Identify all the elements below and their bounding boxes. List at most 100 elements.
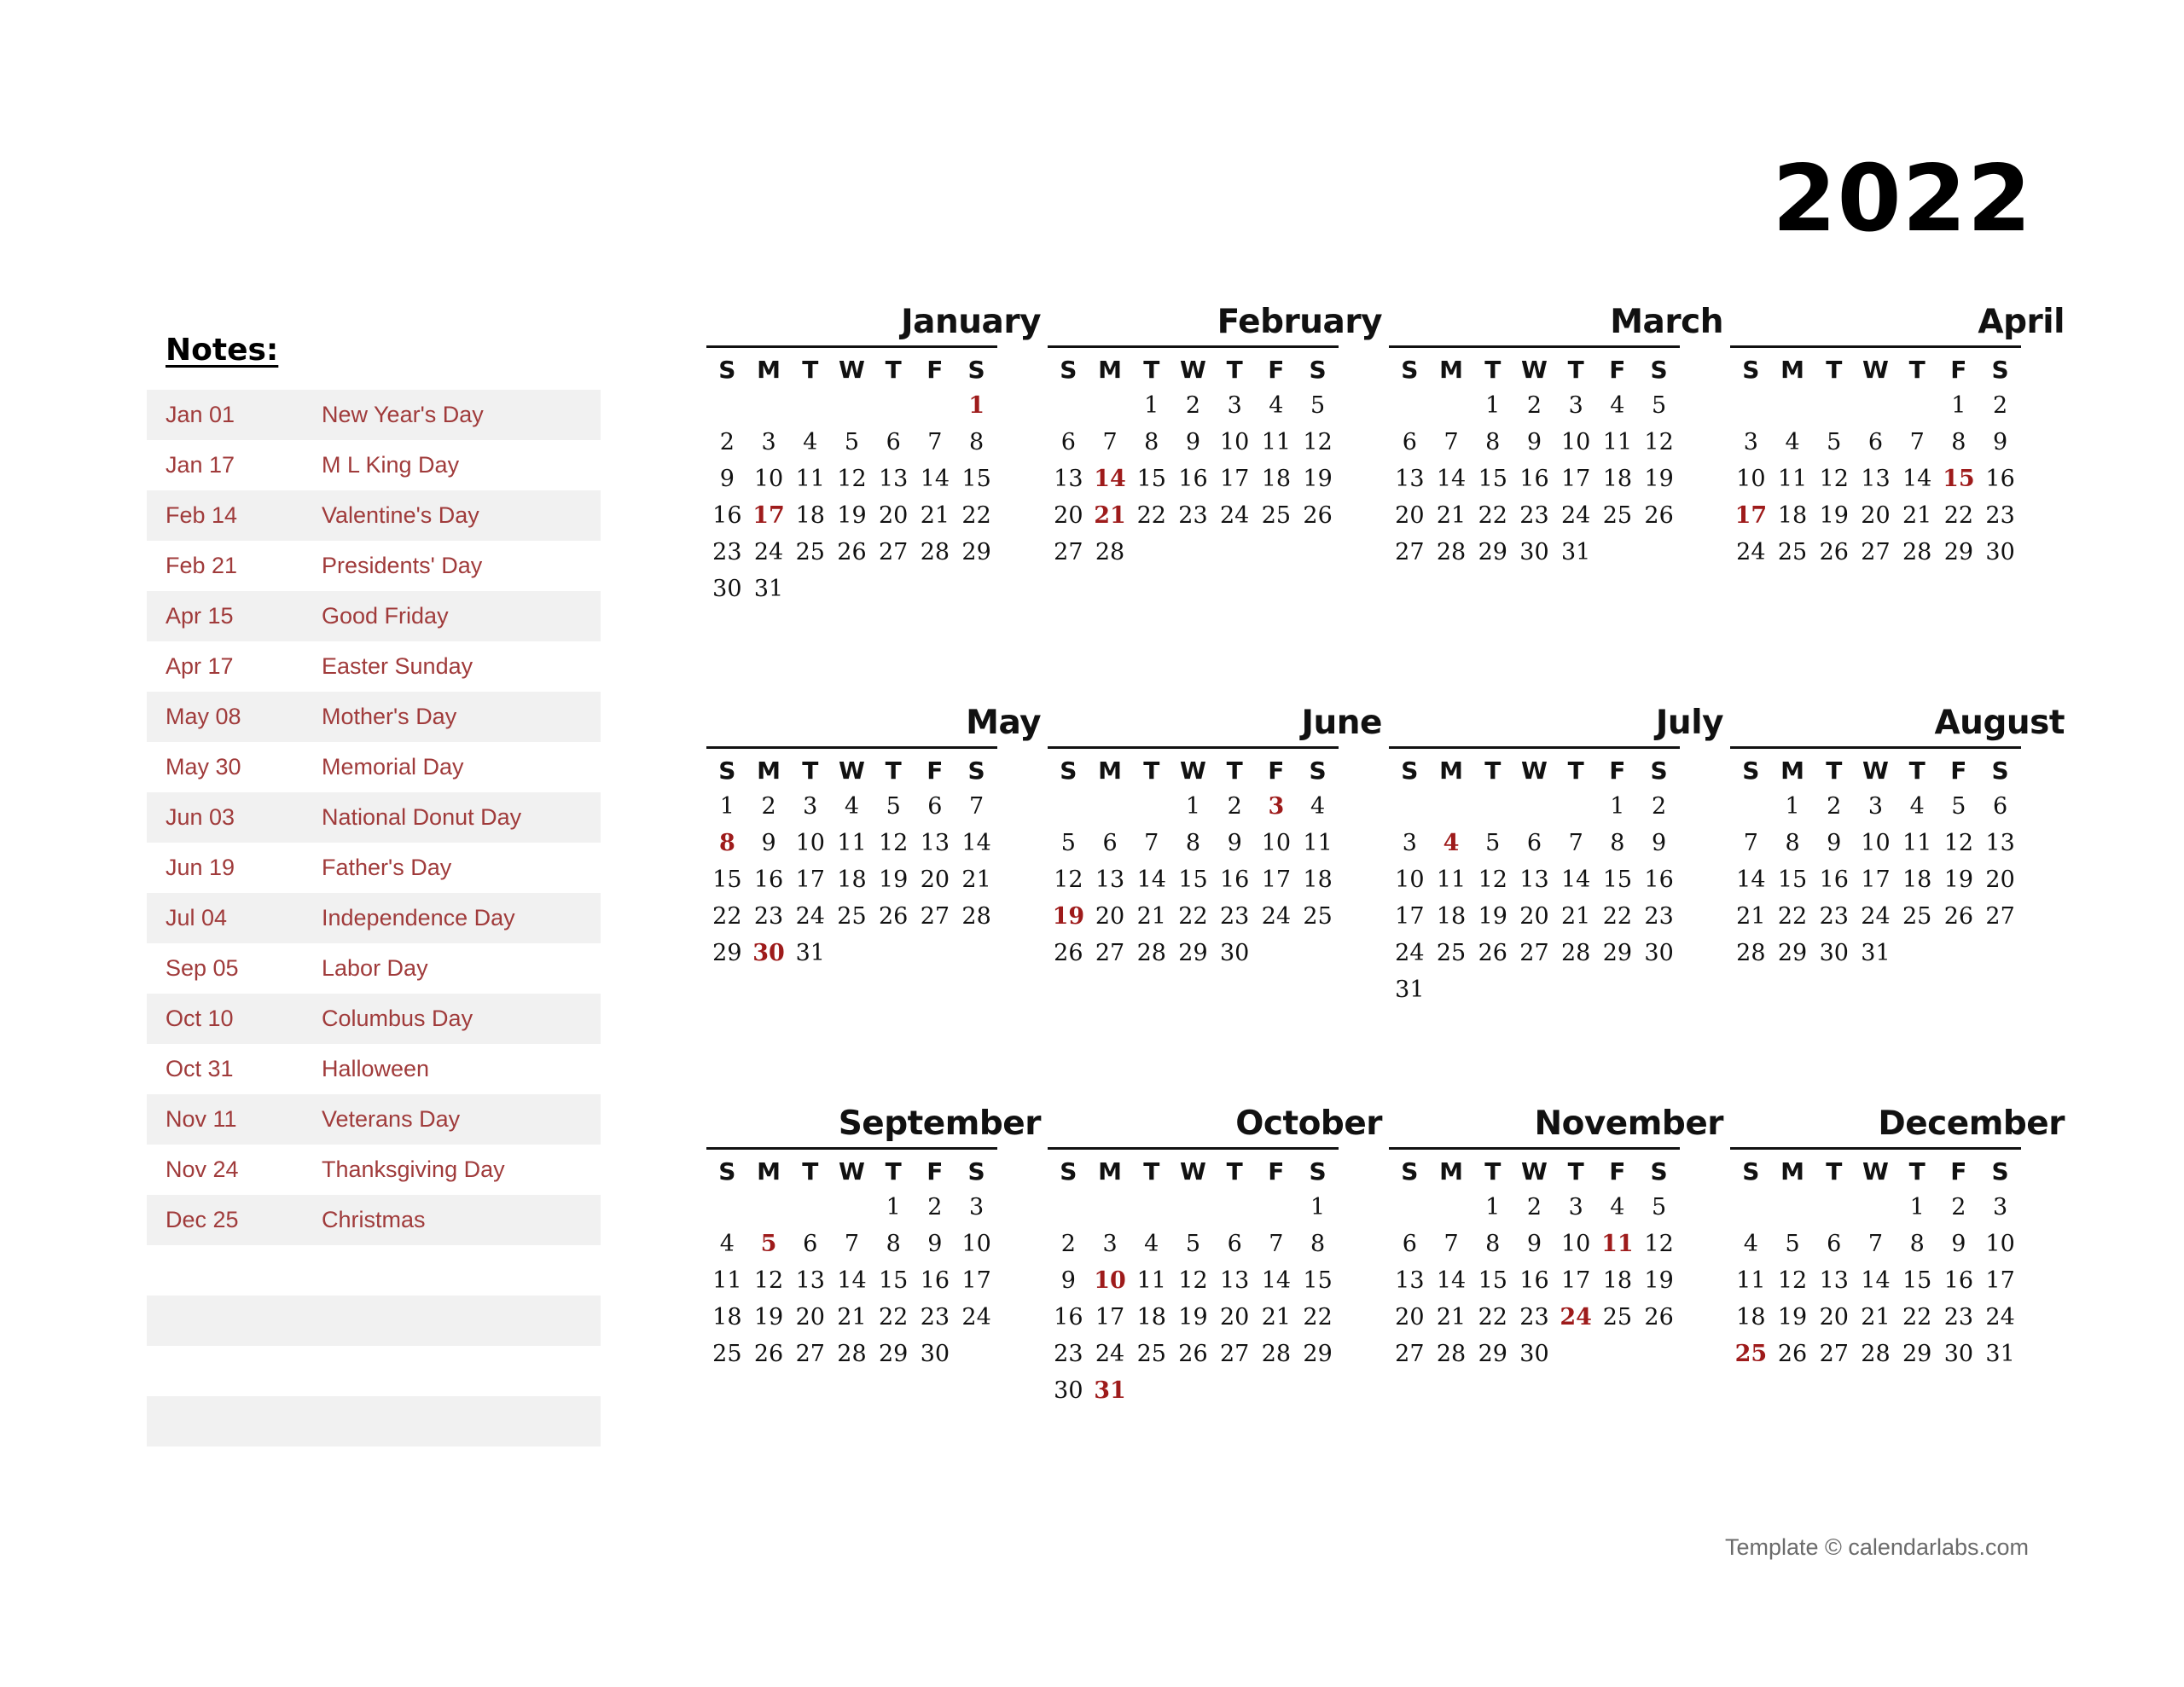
day-cell[interactable]: 27 [873, 534, 915, 571]
day-cell[interactable]: 22 [1130, 497, 1172, 534]
day-cell[interactable]: 8 [1472, 424, 1513, 461]
day-cell[interactable]: 19 [1638, 1262, 1680, 1299]
day-cell[interactable]: 24 [1979, 1299, 2021, 1336]
day-cell[interactable]: 3 [1089, 1226, 1131, 1262]
day-cell[interactable]: 1 [1938, 387, 1980, 424]
day-cell[interactable]: 20 [1214, 1299, 1256, 1336]
day-cell[interactable]: 18 [831, 861, 873, 898]
day-cell[interactable]: 19 [748, 1299, 790, 1336]
day-cell[interactable]: 31 [789, 935, 831, 971]
day-cell[interactable]: 13 [1389, 461, 1431, 497]
day-cell[interactable]: 30 [1513, 1336, 1555, 1372]
day-cell[interactable]: 26 [1813, 534, 1855, 571]
day-cell[interactable]: 25 [1130, 1336, 1172, 1372]
day-cell[interactable]: 28 [1256, 1336, 1298, 1372]
day-cell[interactable]: 23 [706, 534, 748, 571]
day-cell[interactable]: 24 [1730, 534, 1772, 571]
day-cell[interactable]: 28 [1089, 534, 1131, 571]
day-cell[interactable]: 6 [873, 424, 915, 461]
day-cell[interactable]: 18 [1597, 461, 1639, 497]
day-cell[interactable]: 26 [1638, 1299, 1680, 1336]
day-cell[interactable]: 5 [1048, 825, 1089, 861]
day-cell[interactable]: 10 [1730, 461, 1772, 497]
day-cell[interactable]: 1 [1297, 1189, 1339, 1226]
day-cell[interactable]: 6 [1979, 788, 2021, 825]
day-cell[interactable]: 19 [831, 497, 873, 534]
day-cell[interactable]: 4 [1597, 387, 1639, 424]
day-cell[interactable]: 27 [789, 1336, 831, 1372]
day-cell[interactable]: 17 [1256, 861, 1298, 898]
day-cell[interactable]: 28 [831, 1336, 873, 1372]
day-cell[interactable]: 20 [789, 1299, 831, 1336]
day-cell[interactable]: 22 [1472, 1299, 1513, 1336]
day-cell[interactable]: 11 [706, 1262, 748, 1299]
day-cell[interactable]: 18 [789, 497, 831, 534]
day-cell-holiday[interactable]: 15 [1938, 461, 1980, 497]
day-cell[interactable]: 30 [1048, 1372, 1089, 1409]
day-cell[interactable]: 24 [1555, 497, 1597, 534]
day-cell[interactable]: 26 [748, 1336, 790, 1372]
day-cell-holiday[interactable]: 24 [1555, 1299, 1597, 1336]
day-cell[interactable]: 29 [1472, 1336, 1513, 1372]
day-cell-holiday[interactable]: 3 [1256, 788, 1298, 825]
day-cell[interactable]: 20 [1855, 497, 1896, 534]
day-cell[interactable]: 27 [1214, 1336, 1256, 1372]
day-cell[interactable]: 3 [1214, 387, 1256, 424]
day-cell[interactable]: 1 [1472, 1189, 1513, 1226]
day-cell[interactable]: 27 [1089, 935, 1131, 971]
day-cell[interactable]: 2 [1513, 1189, 1555, 1226]
day-cell[interactable]: 24 [789, 898, 831, 935]
day-cell[interactable]: 29 [873, 1336, 915, 1372]
day-cell-holiday[interactable]: 25 [1730, 1336, 1772, 1372]
day-cell[interactable]: 16 [1638, 861, 1680, 898]
day-cell[interactable]: 12 [1472, 861, 1513, 898]
day-cell[interactable]: 11 [1130, 1262, 1172, 1299]
day-cell[interactable]: 12 [831, 461, 873, 497]
day-cell[interactable]: 16 [1813, 861, 1855, 898]
day-cell[interactable]: 12 [873, 825, 915, 861]
day-cell[interactable]: 18 [1772, 497, 1814, 534]
day-cell[interactable]: 10 [1214, 424, 1256, 461]
day-cell[interactable]: 26 [873, 898, 915, 935]
day-cell[interactable]: 3 [789, 788, 831, 825]
day-cell[interactable]: 28 [1730, 935, 1772, 971]
day-cell[interactable]: 27 [1513, 935, 1555, 971]
day-cell[interactable]: 10 [956, 1226, 997, 1262]
day-cell[interactable]: 25 [1431, 935, 1472, 971]
day-cell[interactable]: 19 [1638, 461, 1680, 497]
day-cell[interactable]: 26 [1048, 935, 1089, 971]
day-cell[interactable]: 14 [1555, 861, 1597, 898]
day-cell[interactable]: 22 [1772, 898, 1814, 935]
day-cell[interactable]: 1 [706, 788, 748, 825]
day-cell[interactable]: 18 [1597, 1262, 1639, 1299]
day-cell[interactable]: 17 [1214, 461, 1256, 497]
day-cell[interactable]: 21 [1256, 1299, 1298, 1336]
day-cell[interactable]: 28 [1431, 534, 1472, 571]
day-cell[interactable]: 13 [1389, 1262, 1431, 1299]
day-cell[interactable]: 16 [748, 861, 790, 898]
day-cell[interactable]: 12 [1638, 1226, 1680, 1262]
day-cell[interactable]: 4 [1896, 788, 1938, 825]
day-cell[interactable]: 29 [1938, 534, 1980, 571]
day-cell[interactable]: 14 [1730, 861, 1772, 898]
day-cell[interactable]: 17 [789, 861, 831, 898]
day-cell[interactable]: 21 [1855, 1299, 1896, 1336]
day-cell[interactable]: 23 [748, 898, 790, 935]
day-cell-holiday[interactable]: 1 [956, 387, 997, 424]
day-cell[interactable]: 5 [1297, 387, 1339, 424]
day-cell[interactable]: 30 [915, 1336, 956, 1372]
day-cell[interactable]: 22 [873, 1299, 915, 1336]
day-cell[interactable]: 16 [1172, 461, 1214, 497]
day-cell[interactable]: 14 [1855, 1262, 1896, 1299]
day-cell[interactable]: 17 [1855, 861, 1896, 898]
day-cell[interactable]: 31 [1389, 971, 1431, 1008]
day-cell[interactable]: 29 [1172, 935, 1214, 971]
day-cell[interactable]: 27 [1813, 1336, 1855, 1372]
day-cell[interactable]: 23 [1938, 1299, 1980, 1336]
day-cell[interactable]: 10 [1555, 424, 1597, 461]
day-cell[interactable]: 4 [706, 1226, 748, 1262]
day-cell[interactable]: 30 [706, 571, 748, 607]
day-cell[interactable]: 25 [1256, 497, 1298, 534]
day-cell[interactable]: 10 [1256, 825, 1298, 861]
day-cell-holiday[interactable]: 31 [1089, 1372, 1131, 1409]
